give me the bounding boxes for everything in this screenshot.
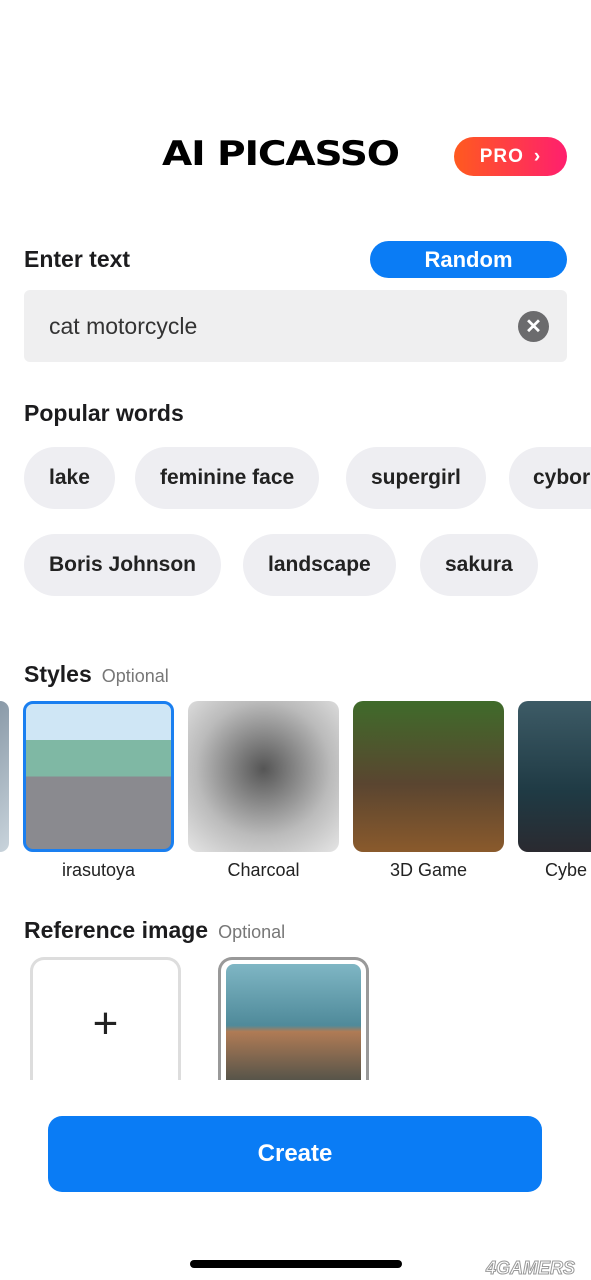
random-button[interactable]: Random bbox=[370, 241, 567, 278]
reference-optional: Optional bbox=[218, 922, 286, 942]
style-irasutoya[interactable]: irasutoya bbox=[23, 701, 174, 881]
pro-label: PRO bbox=[479, 145, 524, 167]
add-reference-button[interactable]: + bbox=[30, 957, 181, 1087]
reference-image-item[interactable] bbox=[218, 957, 369, 1087]
style-label: Cybe bbox=[545, 860, 588, 880]
style-3d-game[interactable]: 3D Game bbox=[353, 701, 504, 881]
home-indicator bbox=[190, 1260, 402, 1268]
style-cyberpunk[interactable]: Cybe bbox=[518, 701, 591, 881]
reference-title: Reference image bbox=[24, 917, 209, 943]
style-image bbox=[188, 701, 339, 852]
chip-feminine-face[interactable]: feminine face bbox=[135, 447, 320, 509]
style-label: irasutoya bbox=[61, 860, 136, 880]
styles-heading: Styles Optional bbox=[24, 661, 169, 688]
chevron-right-icon: › bbox=[533, 145, 542, 167]
create-button[interactable]: Create bbox=[48, 1116, 542, 1192]
style-image bbox=[23, 701, 174, 852]
chip-landscape[interactable]: landscape bbox=[243, 534, 396, 596]
style-label: 3D Game bbox=[389, 860, 468, 880]
style-thumb-partial[interactable] bbox=[0, 701, 9, 852]
styles-title: Styles bbox=[24, 661, 92, 687]
prompt-input[interactable]: cat motorcycle ✕ bbox=[24, 290, 567, 362]
enter-text-heading: Enter text bbox=[24, 246, 131, 272]
chip-sakura[interactable]: sakura bbox=[420, 534, 538, 596]
chip-lake[interactable]: lake bbox=[24, 447, 115, 509]
popular-words-heading: Popular words bbox=[24, 400, 184, 426]
clear-icon[interactable]: ✕ bbox=[518, 311, 549, 342]
prompt-value: cat motorcycle bbox=[49, 312, 198, 339]
style-image bbox=[353, 701, 504, 852]
style-image bbox=[518, 701, 591, 852]
style-charcoal[interactable]: Charcoal bbox=[188, 701, 339, 881]
app-logo: AI PICASSO bbox=[162, 134, 400, 174]
styles-optional: Optional bbox=[101, 666, 169, 686]
plus-icon: + bbox=[92, 998, 119, 1048]
style-label: Charcoal bbox=[227, 860, 300, 880]
chip-boris-johnson[interactable]: Boris Johnson bbox=[24, 534, 222, 596]
chip-supergirl[interactable]: supergirl bbox=[346, 447, 486, 509]
chip-cyborg[interactable]: cybor bbox=[509, 447, 591, 509]
watermark: 4GAMERS bbox=[485, 1258, 576, 1279]
reference-heading: Reference image Optional bbox=[24, 917, 285, 944]
pro-button[interactable]: PRO › bbox=[454, 137, 567, 176]
reference-image bbox=[226, 964, 361, 1087]
